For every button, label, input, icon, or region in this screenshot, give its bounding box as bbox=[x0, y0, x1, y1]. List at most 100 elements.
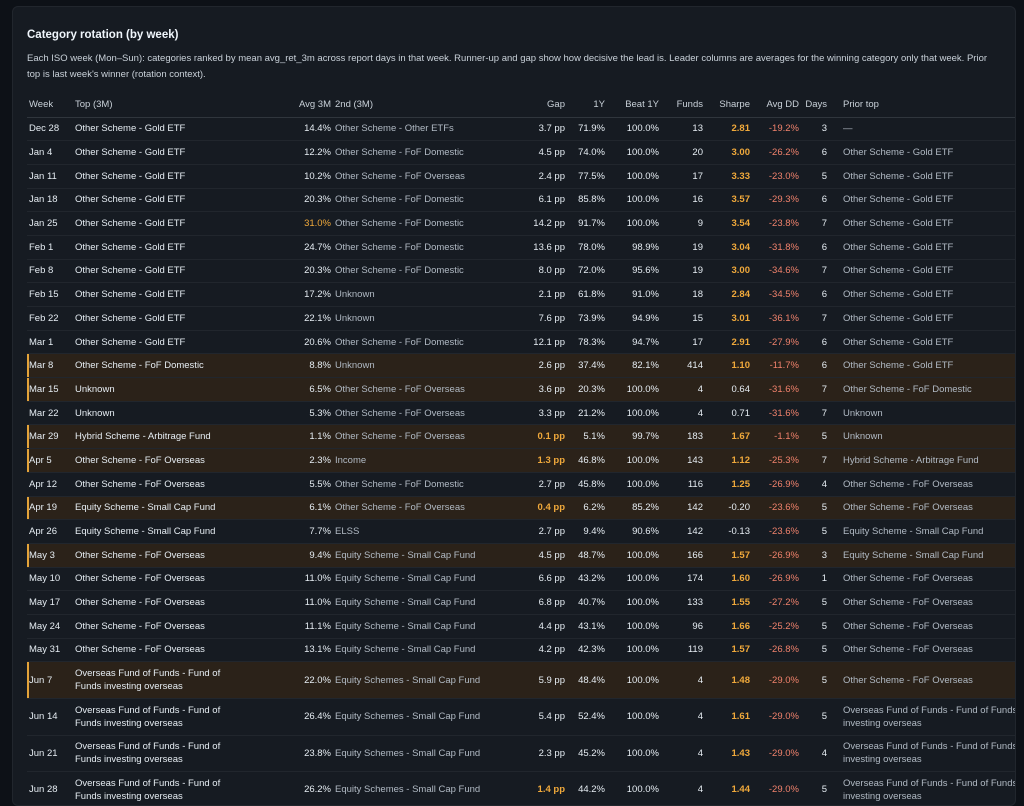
table-row[interactable]: Feb 1 Other Scheme - Gold ETF 24.7% Other S… bbox=[27, 235, 1015, 260]
col-header-gap[interactable]: Gap bbox=[483, 93, 567, 118]
cell-beat1y: 100.0% bbox=[607, 211, 661, 236]
cell-second: Other Scheme - FoF Domestic bbox=[333, 188, 483, 213]
cell-beat1y: 100.0% bbox=[607, 401, 661, 426]
table-row[interactable]: Feb 22 Other Scheme - Gold ETF 22.1% Unknow… bbox=[27, 306, 1015, 331]
cell-week: Apr 26 bbox=[27, 519, 73, 544]
table-row[interactable]: Apr 5 Other Scheme - FoF Overseas 2.3% Inco… bbox=[27, 448, 1015, 473]
table-row[interactable]: Mar 15 Unknown 6.5% Other Scheme - FoF Over… bbox=[27, 377, 1015, 402]
table-row[interactable]: Jun 21 Overseas Fund of Funds - Fund of F… bbox=[27, 735, 1015, 773]
cell-prior: Other Scheme - Gold ETF bbox=[829, 282, 1015, 307]
cell-prior: Other Scheme - Gold ETF bbox=[829, 235, 1015, 260]
col-header-avgdd[interactable]: Avg DD bbox=[752, 93, 801, 118]
cell-prior: Equity Scheme - Small Cap Fund bbox=[829, 543, 1015, 568]
cell-funds: 4 bbox=[661, 377, 705, 402]
table-row[interactable]: Mar 1 Other Scheme - Gold ETF 20.6% Other S… bbox=[27, 330, 1015, 355]
cell-funds: 143 bbox=[661, 448, 705, 473]
cell-top: Equity Scheme - Small Cap Fund bbox=[73, 519, 245, 544]
table-row[interactable]: May 3 Other Scheme - FoF Overseas 9.4% Equi… bbox=[27, 543, 1015, 568]
table-row[interactable]: Jan 18 Other Scheme - Gold ETF 20.3% Other … bbox=[27, 188, 1015, 213]
cell-top: Hybrid Scheme - Arbitrage Fund bbox=[73, 424, 245, 450]
cell-sharpe: 1.44 bbox=[705, 771, 752, 805]
cell-sharpe: -0.20 bbox=[705, 496, 752, 521]
cell-second: Other Scheme - FoF Domestic bbox=[333, 211, 483, 236]
table-row[interactable]: May 24 Other Scheme - FoF Overseas 11.1% Eq… bbox=[27, 614, 1015, 639]
cell-sharpe: 1.12 bbox=[705, 448, 752, 473]
col-header-1y[interactable]: 1Y bbox=[567, 93, 607, 118]
table-row[interactable]: Jun 7 Overseas Fund of Funds - Fund of Fu… bbox=[27, 661, 1015, 699]
cell-week: Jun 28 bbox=[27, 771, 73, 805]
cell-1y: 85.8% bbox=[567, 188, 607, 213]
table-row[interactable]: Jun 28 Overseas Fund of Funds - Fund of F… bbox=[27, 771, 1015, 805]
cell-days: 6 bbox=[801, 188, 829, 213]
col-header-days[interactable]: Days bbox=[801, 93, 829, 118]
cell-gap: 12.1 pp bbox=[483, 330, 567, 355]
cell-second: Unknown bbox=[333, 353, 483, 379]
cell-avgdd: -19.2% bbox=[752, 117, 801, 142]
table-row[interactable]: Feb 8 Other Scheme - Gold ETF 20.3% Other S… bbox=[27, 259, 1015, 284]
cell-avgdd: -31.8% bbox=[752, 235, 801, 260]
cell-second: Equity Schemes - Small Cap Fund bbox=[333, 771, 483, 805]
table-row[interactable]: May 31 Other Scheme - FoF Overseas 13.1% Eq… bbox=[27, 638, 1015, 663]
table-row[interactable]: Apr 26 Equity Scheme - Small Cap Fund 7.7%… bbox=[27, 519, 1015, 544]
table-row[interactable]: Mar 22 Unknown 5.3% Other Scheme - FoF Over… bbox=[27, 401, 1015, 426]
cell-top: Other Scheme - FoF Overseas bbox=[73, 567, 245, 592]
table-row[interactable]: Dec 28 Other Scheme - Gold ETF 14.4% Other … bbox=[27, 117, 1015, 142]
table-row[interactable]: Feb 15 Other Scheme - Gold ETF 17.2% Unknow… bbox=[27, 282, 1015, 307]
col-header-second[interactable]: 2nd (3M) bbox=[333, 93, 483, 118]
cell-avgdd: -26.2% bbox=[752, 140, 801, 165]
table-row[interactable]: Apr 19 Equity Scheme - Small Cap Fund 6.1%… bbox=[27, 496, 1015, 521]
cell-top: Overseas Fund of Funds - Fund of Funds i… bbox=[73, 698, 245, 736]
col-header-prior[interactable]: Prior top bbox=[829, 93, 1015, 118]
cell-beat1y: 100.0% bbox=[607, 117, 661, 142]
col-header-funds[interactable]: Funds bbox=[661, 93, 705, 118]
cell-1y: 48.7% bbox=[567, 543, 607, 568]
table-row[interactable]: Apr 12 Other Scheme - FoF Overseas 5.5% Oth… bbox=[27, 472, 1015, 497]
table-row[interactable]: Jan 4 Other Scheme - Gold ETF 12.2% Other S… bbox=[27, 140, 1015, 165]
cell-avg3m: 26.4% bbox=[245, 698, 333, 736]
table-row[interactable]: Mar 29 Hybrid Scheme - Arbitrage Fund 1.1%… bbox=[27, 424, 1015, 450]
cell-gap: 7.6 pp bbox=[483, 306, 567, 331]
table-row[interactable]: Mar 8 Other Scheme - FoF Domestic 8.8% Unkn… bbox=[27, 353, 1015, 379]
cell-sharpe: -0.13 bbox=[705, 519, 752, 544]
cell-week: Mar 1 bbox=[27, 330, 73, 355]
col-header-beat1y[interactable]: Beat 1Y bbox=[607, 93, 661, 118]
cell-avgdd: -31.6% bbox=[752, 377, 801, 402]
cell-prior: Other Scheme - FoF Overseas bbox=[829, 567, 1015, 592]
table-row[interactable]: Jan 11 Other Scheme - Gold ETF 10.2% Other … bbox=[27, 164, 1015, 189]
cell-second: Equity Scheme - Small Cap Fund bbox=[333, 590, 483, 615]
table-row[interactable]: May 10 Other Scheme - FoF Overseas 11.0% Eq… bbox=[27, 567, 1015, 592]
cell-second: Equity Scheme - Small Cap Fund bbox=[333, 638, 483, 663]
col-header-avg3m[interactable]: Avg 3M bbox=[245, 93, 333, 118]
table-row[interactable]: Jun 14 Overseas Fund of Funds - Fund of F… bbox=[27, 698, 1015, 736]
col-header-week[interactable]: Week bbox=[27, 93, 73, 118]
cell-days: 5 bbox=[801, 519, 829, 544]
cell-days: 5 bbox=[801, 164, 829, 189]
cell-top: Other Scheme - FoF Domestic bbox=[73, 353, 245, 379]
cell-sharpe: 2.91 bbox=[705, 330, 752, 355]
cell-prior: Other Scheme - Gold ETF bbox=[829, 330, 1015, 355]
table-row[interactable]: Jan 25 Other Scheme - Gold ETF 31.0% Other … bbox=[27, 211, 1015, 236]
col-header-sharpe[interactable]: Sharpe bbox=[705, 93, 752, 118]
col-header-top[interactable]: Top (3M) bbox=[73, 93, 245, 118]
cell-funds: 4 bbox=[661, 698, 705, 736]
cell-second: Other Scheme - FoF Domestic bbox=[333, 259, 483, 284]
cell-top: Unknown bbox=[73, 401, 245, 426]
cell-avg3m: 5.3% bbox=[245, 401, 333, 426]
cell-prior: Overseas Fund of Funds - Fund of Funds i… bbox=[829, 698, 1015, 736]
cell-days: 4 bbox=[801, 472, 829, 497]
cell-1y: 73.9% bbox=[567, 306, 607, 331]
cell-top: Other Scheme - FoF Overseas bbox=[73, 448, 245, 473]
cell-prior: Unknown bbox=[829, 424, 1015, 450]
cell-gap: 3.7 pp bbox=[483, 117, 567, 142]
cell-avg3m: 12.2% bbox=[245, 140, 333, 165]
table-row[interactable]: May 17 Other Scheme - FoF Overseas 11.0% Eq… bbox=[27, 590, 1015, 615]
cell-funds: 414 bbox=[661, 353, 705, 379]
cell-top: Overseas Fund of Funds - Fund of Funds i… bbox=[73, 771, 245, 805]
cell-days: 7 bbox=[801, 259, 829, 284]
cell-beat1y: 100.0% bbox=[607, 377, 661, 402]
cell-avg3m: 5.5% bbox=[245, 472, 333, 497]
cell-avg3m: 10.2% bbox=[245, 164, 333, 189]
cell-gap: 4.4 pp bbox=[483, 614, 567, 639]
cell-beat1y: 100.0% bbox=[607, 164, 661, 189]
cell-gap: 4.2 pp bbox=[483, 638, 567, 663]
